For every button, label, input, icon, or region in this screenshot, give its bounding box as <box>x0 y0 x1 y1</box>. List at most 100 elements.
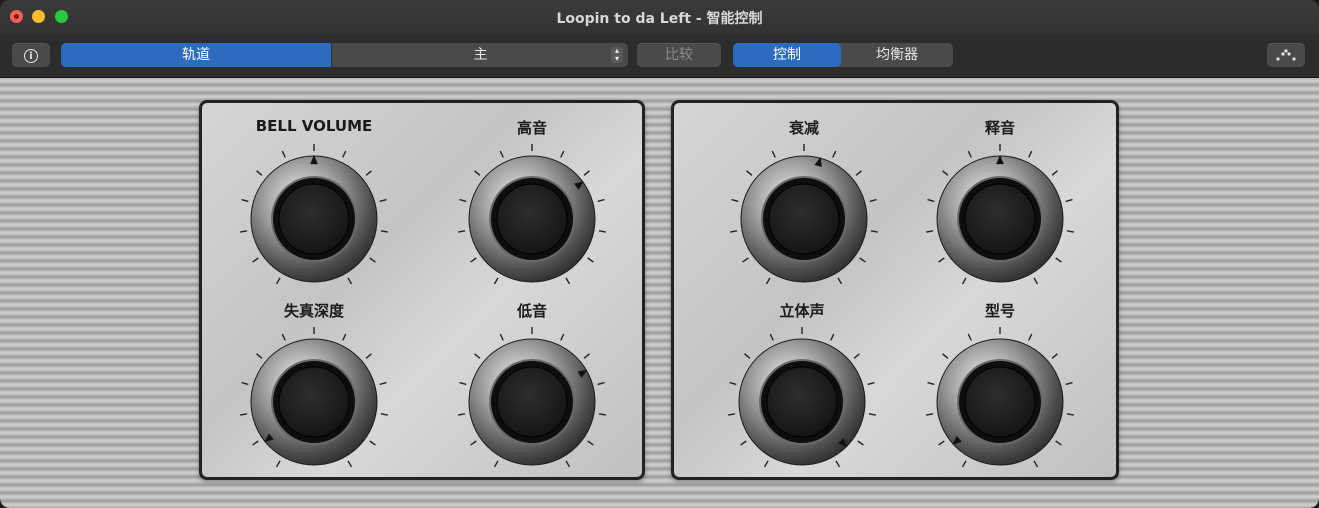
knob-tick <box>1066 413 1074 416</box>
smart-controls-window: Loopin to da Left - 智能控制 i 轨道 主 ▴ ▾ 比较 控制… <box>0 0 1319 508</box>
knob-tick <box>380 413 388 416</box>
chevron-updown-icon: ▴ ▾ <box>611 47 623 63</box>
knob-tick <box>347 277 353 285</box>
knob-tick <box>837 277 843 285</box>
knob-tick <box>380 230 388 233</box>
info-button[interactable]: i <box>12 43 50 67</box>
knob-tick <box>729 381 737 386</box>
knob-tick <box>926 230 934 233</box>
knob-tick <box>256 170 263 176</box>
knob-tick <box>565 277 571 285</box>
knob-tick <box>597 198 605 203</box>
knob-tick <box>470 440 477 446</box>
knob-tick <box>938 257 945 263</box>
parameter-mapping-button[interactable] <box>1267 43 1305 67</box>
knob-tick <box>275 460 281 468</box>
knob-tick <box>769 333 774 341</box>
knob-label: BELL VOLUME <box>255 117 373 135</box>
knob-cap <box>278 366 350 438</box>
knob-tick <box>365 170 372 176</box>
knob-tick <box>870 230 878 233</box>
compare-button[interactable]: 比较 <box>637 43 721 67</box>
knob-cap <box>278 183 350 255</box>
knob-tick <box>855 170 862 176</box>
knob-tick <box>275 277 281 285</box>
knob-tick <box>926 413 934 416</box>
knob-tick <box>1055 257 1062 263</box>
knob-tick <box>583 170 590 176</box>
knob[interactable] <box>922 141 1078 297</box>
knob-tick <box>583 353 590 359</box>
track-tab[interactable]: 轨道 <box>61 43 331 67</box>
knob[interactable] <box>922 324 1078 480</box>
knob-tick <box>474 353 481 359</box>
tab-controls[interactable]: 控制 <box>733 43 841 67</box>
knob-tick <box>744 353 751 359</box>
view-selector[interactable]: 控制 均衡器 <box>733 43 953 67</box>
knob[interactable] <box>236 324 392 480</box>
knob-tick <box>1033 460 1039 468</box>
knob-tick <box>746 170 753 176</box>
knob-tick <box>742 257 749 263</box>
knob-tick <box>281 150 286 158</box>
window-title: Loopin to da Left - 智能控制 <box>556 11 763 27</box>
knob-label: 高音 <box>516 119 547 137</box>
knob-tick <box>347 460 353 468</box>
knob-tick <box>927 381 935 386</box>
knob-tick <box>499 150 504 158</box>
knob[interactable] <box>454 324 610 480</box>
knob-tick <box>938 440 945 446</box>
toolbar: i 轨道 主 ▴ ▾ 比较 控制 均衡器 <box>0 34 1319 78</box>
knob-tick <box>598 230 606 233</box>
knob-cap <box>964 183 1036 255</box>
knob-tick <box>281 333 286 341</box>
control-stage: BELL VOLUME 高音 失真深度 低音 衰减 释音 立体声 型号 <box>0 78 1319 508</box>
knob-tick <box>967 333 972 341</box>
main-popup[interactable]: 主 ▴ ▾ <box>331 43 628 67</box>
knob-tick <box>961 460 967 468</box>
knob-tick <box>493 460 499 468</box>
knob-label: 衰减 <box>788 119 819 137</box>
knob-tick <box>967 150 972 158</box>
knob-tick <box>927 198 935 203</box>
knob-tick <box>369 440 376 446</box>
knob-cap <box>964 366 1036 438</box>
knob-cap <box>768 183 840 255</box>
knob-tick <box>771 150 776 158</box>
knob-tick <box>853 353 860 359</box>
knob-tick <box>1065 381 1073 386</box>
knob-label: 失真深度 <box>283 302 344 320</box>
knob-tick <box>493 277 499 285</box>
knob[interactable] <box>724 324 880 480</box>
track-main-selector[interactable]: 轨道 主 ▴ ▾ <box>61 43 628 67</box>
knob-tick <box>1051 353 1058 359</box>
knob-tick <box>369 257 376 263</box>
dots-icon <box>1276 49 1296 61</box>
knob-tick <box>1028 150 1033 158</box>
knob-label: 立体声 <box>779 302 825 320</box>
knob-label: 释音 <box>984 119 1015 137</box>
main-popup-label: 主 <box>473 47 488 63</box>
knob-tick <box>830 333 835 341</box>
tab-eq[interactable]: 均衡器 <box>841 43 953 67</box>
knob-tick <box>832 150 837 158</box>
knob-tick <box>459 198 467 203</box>
knob[interactable] <box>236 141 392 297</box>
knob-tick <box>869 198 877 203</box>
knob-tick <box>1028 333 1033 341</box>
knob-cap <box>496 366 568 438</box>
knob-tick <box>961 277 967 285</box>
title-bar: Loopin to da Left - 智能控制 <box>0 0 1319 35</box>
knob-tick <box>379 381 387 386</box>
knob-cap <box>496 183 568 255</box>
knob-tick <box>241 381 249 386</box>
knob-tick <box>587 257 594 263</box>
knob-tick <box>859 257 866 263</box>
knob-tick <box>470 257 477 263</box>
knob-tick <box>560 150 565 158</box>
knob-tick <box>256 353 263 359</box>
knob-tick <box>252 257 259 263</box>
knob[interactable] <box>726 141 882 297</box>
knob[interactable] <box>454 141 610 297</box>
knob-tick <box>458 230 466 233</box>
